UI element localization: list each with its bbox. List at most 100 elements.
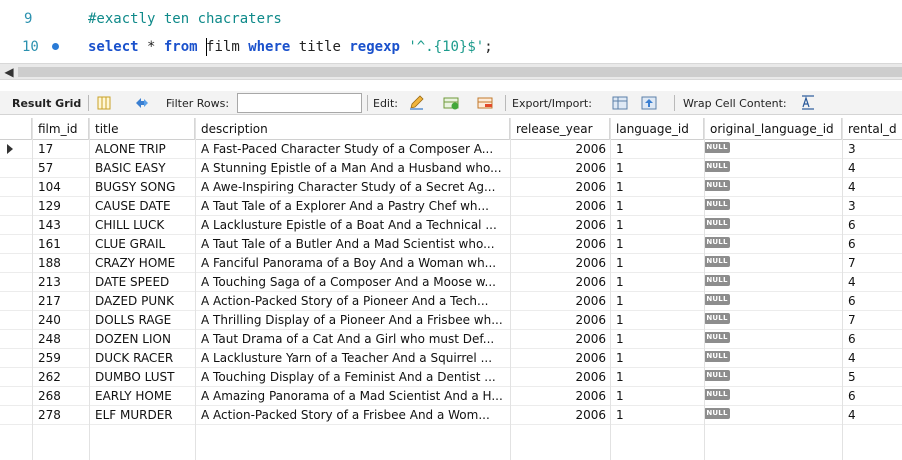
cell-language-id[interactable]: 1: [610, 406, 704, 425]
cell-title[interactable]: EARLY HOME: [89, 387, 195, 406]
cell-rental-duration[interactable]: 3: [842, 197, 902, 216]
table-row[interactable]: 259 DUCK RACER A Lacklusture Yarn of a Tea…: [0, 349, 902, 368]
cell-film-id[interactable]: 268: [32, 387, 89, 406]
cell-film-id[interactable]: 259: [32, 349, 89, 368]
cell-rental-duration[interactable]: 4: [842, 273, 902, 292]
cell-rental-duration[interactable]: 6: [842, 387, 902, 406]
editor-horizontal-scrollbar[interactable]: ◀: [0, 63, 902, 80]
cell-original-language-id[interactable]: NULL: [704, 140, 842, 159]
scroll-left-icon[interactable]: ◀: [2, 65, 16, 79]
row-marker-cell[interactable]: [0, 254, 32, 273]
cell-language-id[interactable]: 1: [610, 349, 704, 368]
cell-rental-duration[interactable]: 5: [842, 368, 902, 387]
cell-release-year[interactable]: 2006: [510, 216, 610, 235]
scrollbar-thumb[interactable]: [18, 67, 902, 77]
cell-language-id[interactable]: 1: [610, 254, 704, 273]
cell-language-id[interactable]: 1: [610, 273, 704, 292]
column-header-film-id[interactable]: film_id: [32, 118, 89, 140]
cell-title[interactable]: CAUSE DATE: [89, 197, 195, 216]
cell-release-year[interactable]: 2006: [510, 406, 610, 425]
cell-description[interactable]: A Amazing Panorama of a Mad Scientist An…: [195, 387, 510, 406]
table-row[interactable]: 240 DOLLS RAGE A Thrilling Display of a Pi…: [0, 311, 902, 330]
cell-language-id[interactable]: 1: [610, 235, 704, 254]
cell-original-language-id[interactable]: NULL: [704, 330, 842, 349]
cell-film-id[interactable]: 143: [32, 216, 89, 235]
cell-release-year[interactable]: 2006: [510, 292, 610, 311]
cell-title[interactable]: DUMBO LUST: [89, 368, 195, 387]
grid-view-icon[interactable]: [95, 94, 113, 112]
cell-release-year[interactable]: 2006: [510, 311, 610, 330]
filter-rows-input[interactable]: [237, 93, 362, 113]
cell-release-year[interactable]: 2006: [510, 159, 610, 178]
cell-film-id[interactable]: 217: [32, 292, 89, 311]
wrap-text-icon[interactable]: [799, 94, 817, 112]
row-marker-cell[interactable]: [0, 159, 32, 178]
row-marker-cell[interactable]: [0, 292, 32, 311]
cell-original-language-id[interactable]: NULL: [704, 216, 842, 235]
cell-original-language-id[interactable]: NULL: [704, 197, 842, 216]
add-row-icon[interactable]: [442, 94, 460, 112]
editor-line[interactable]: 9 #exactly ten chacraters: [0, 8, 902, 30]
table-row[interactable]: 104 BUGSY SONG A Awe-Inspiring Character S…: [0, 178, 902, 197]
cell-language-id[interactable]: 1: [610, 140, 704, 159]
column-header-original-language-id[interactable]: original_language_id: [704, 118, 842, 140]
cell-description[interactable]: A Fanciful Panorama of a Boy And a Woman…: [195, 254, 510, 273]
cell-original-language-id[interactable]: NULL: [704, 406, 842, 425]
table-row[interactable]: 248 DOZEN LION A Taut Drama of a Cat And a…: [0, 330, 902, 349]
cell-description[interactable]: A Touching Display of a Feminist And a D…: [195, 368, 510, 387]
table-row[interactable]: 217 DAZED PUNK A Action-Packed Story of a …: [0, 292, 902, 311]
editor-line[interactable]: 10 select * from film where title regexp…: [0, 36, 902, 58]
cell-title[interactable]: DUCK RACER: [89, 349, 195, 368]
table-row[interactable]: 262 DUMBO LUST A Touching Display of a Fem…: [0, 368, 902, 387]
cell-original-language-id[interactable]: NULL: [704, 178, 842, 197]
row-marker-cell[interactable]: [0, 387, 32, 406]
cell-release-year[interactable]: 2006: [510, 140, 610, 159]
cell-original-language-id[interactable]: NULL: [704, 349, 842, 368]
cell-language-id[interactable]: 1: [610, 178, 704, 197]
table-row[interactable]: 188 CRAZY HOME A Fanciful Panorama of a Bo…: [0, 254, 902, 273]
cell-rental-duration[interactable]: 6: [842, 216, 902, 235]
row-marker-cell[interactable]: [0, 368, 32, 387]
cell-release-year[interactable]: 2006: [510, 368, 610, 387]
cell-release-year[interactable]: 2006: [510, 387, 610, 406]
cell-description[interactable]: A Taut Tale of a Explorer And a Pastry C…: [195, 197, 510, 216]
row-marker-cell[interactable]: [0, 197, 32, 216]
cell-description[interactable]: A Taut Drama of a Cat And a Girl who mus…: [195, 330, 510, 349]
import-icon[interactable]: [640, 94, 658, 112]
cell-title[interactable]: BASIC EASY: [89, 159, 195, 178]
cell-release-year[interactable]: 2006: [510, 330, 610, 349]
cell-original-language-id[interactable]: NULL: [704, 254, 842, 273]
table-row[interactable]: 17 ALONE TRIP A Fast-Paced Character Study…: [0, 140, 902, 159]
cell-title[interactable]: ALONE TRIP: [89, 140, 195, 159]
table-row[interactable]: 161 CLUE GRAIL A Taut Tale of a Butler And…: [0, 235, 902, 254]
row-marker-cell[interactable]: [0, 140, 32, 159]
cell-language-id[interactable]: 1: [610, 197, 704, 216]
cell-title[interactable]: DAZED PUNK: [89, 292, 195, 311]
cell-description[interactable]: A Fast-Paced Character Study of a Compos…: [195, 140, 510, 159]
cell-rental-duration[interactable]: 4: [842, 349, 902, 368]
cell-film-id[interactable]: 240: [32, 311, 89, 330]
cell-film-id[interactable]: 262: [32, 368, 89, 387]
cell-language-id[interactable]: 1: [610, 368, 704, 387]
cell-film-id[interactable]: 188: [32, 254, 89, 273]
cell-description[interactable]: A Thrilling Display of a Pioneer And a F…: [195, 311, 510, 330]
cell-title[interactable]: BUGSY SONG: [89, 178, 195, 197]
cell-film-id[interactable]: 129: [32, 197, 89, 216]
row-marker-cell[interactable]: [0, 349, 32, 368]
cell-original-language-id[interactable]: NULL: [704, 387, 842, 406]
table-row[interactable]: 268 EARLY HOME A Amazing Panorama of a Mad…: [0, 387, 902, 406]
cell-title[interactable]: DOLLS RAGE: [89, 311, 195, 330]
export-icon[interactable]: [611, 94, 629, 112]
result-grid-tab[interactable]: Result Grid: [12, 91, 81, 115]
cell-release-year[interactable]: 2006: [510, 197, 610, 216]
edit-cell-icon[interactable]: [408, 94, 426, 112]
cell-description[interactable]: A Awe-Inspiring Character Study of a Sec…: [195, 178, 510, 197]
cell-original-language-id[interactable]: NULL: [704, 235, 842, 254]
column-header-title[interactable]: title: [89, 118, 195, 140]
row-marker-cell[interactable]: [0, 273, 32, 292]
cell-film-id[interactable]: 104: [32, 178, 89, 197]
column-header-rental-duration[interactable]: rental_d: [842, 118, 902, 140]
table-row[interactable]: 213 DATE SPEED A Touching Saga of a Compos…: [0, 273, 902, 292]
cell-film-id[interactable]: 248: [32, 330, 89, 349]
row-marker-cell[interactable]: [0, 235, 32, 254]
